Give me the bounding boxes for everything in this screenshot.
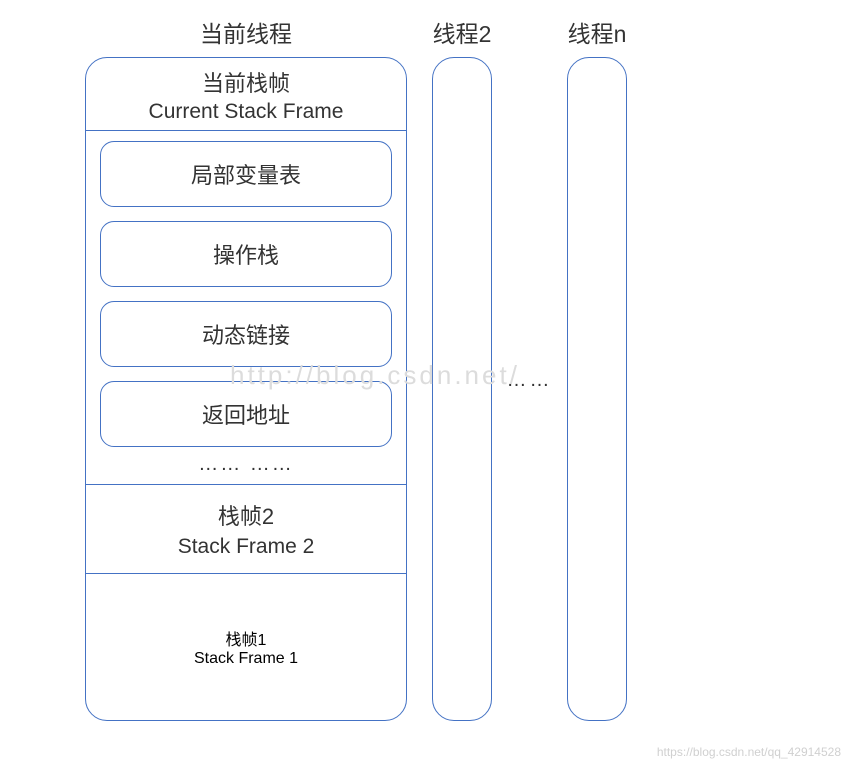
current-thread-box: 当前栈帧 Current Stack Frame 局部变量表 操作栈 动态链接 … bbox=[85, 57, 407, 721]
return-address: 返回地址 bbox=[100, 381, 392, 447]
current-thread-title: 当前线程 bbox=[200, 15, 292, 49]
current-frame-cn: 当前栈帧 bbox=[86, 66, 406, 98]
frame2-cn: 栈帧2 bbox=[86, 499, 406, 531]
frame1-en: Stack Frame 1 bbox=[86, 650, 406, 668]
frame1-cn: 栈帧1 bbox=[86, 626, 406, 650]
thread-2-title: 线程2 bbox=[433, 15, 492, 49]
thread-n-column: 线程n bbox=[567, 15, 627, 721]
thread-2-box bbox=[432, 57, 492, 721]
inner-ellipsis: …… …… bbox=[86, 447, 406, 484]
thread-n-title: 线程n bbox=[568, 15, 627, 49]
current-stack-frame-header: 当前栈帧 Current Stack Frame bbox=[86, 58, 406, 131]
current-frame-en: Current Stack Frame bbox=[86, 100, 406, 124]
between-ellipsis: …… bbox=[492, 15, 567, 715]
current-thread-column: 当前线程 当前栈帧 Current Stack Frame 局部变量表 操作栈 … bbox=[85, 15, 407, 721]
frame-inner-items: 局部变量表 操作栈 动态链接 返回地址 bbox=[86, 131, 406, 447]
local-variable-table: 局部变量表 bbox=[100, 141, 392, 207]
thread-n-box bbox=[567, 57, 627, 721]
credit-text: https://blog.csdn.net/qq_42914528 bbox=[657, 745, 841, 759]
stack-frame-2: 栈帧2 Stack Frame 2 bbox=[86, 484, 406, 573]
stack-frame-1: 栈帧1 Stack Frame 1 bbox=[86, 573, 406, 720]
frame2-en: Stack Frame 2 bbox=[86, 535, 406, 559]
diagram-container: 当前线程 当前栈帧 Current Stack Frame 局部变量表 操作栈 … bbox=[10, 10, 841, 721]
dynamic-linking: 动态链接 bbox=[100, 301, 392, 367]
thread-2-column: 线程2 bbox=[432, 15, 492, 721]
operand-stack: 操作栈 bbox=[100, 221, 392, 287]
